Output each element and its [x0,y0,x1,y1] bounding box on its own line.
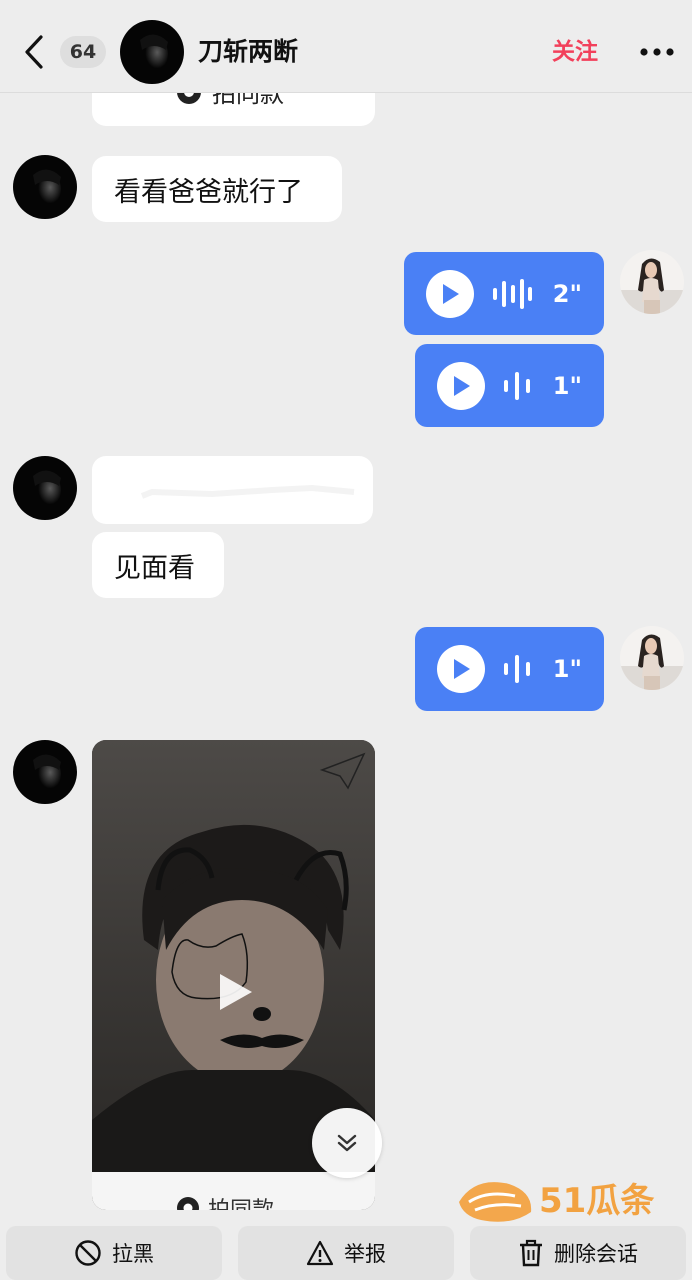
back-button[interactable] [14,30,54,74]
play-voice-button[interactable] [437,361,485,410]
report-label: 举报 [344,1242,386,1266]
delete-conversation-button[interactable]: 删除会话 [470,1226,686,1280]
contact-message-avatar[interactable] [13,155,77,219]
chevron-left-icon [25,35,43,69]
play-icon [443,283,459,304]
block-button[interactable]: 拉黑 [6,1226,222,1280]
play-icon [454,659,470,679]
text-message-bubble[interactable]: 看看爸爸就行了 [92,156,342,222]
scroll-to-bottom-button[interactable] [312,1108,382,1178]
camera-icon [177,1197,199,1210]
contact-name: 刀斩两断 [198,37,299,66]
report-button[interactable]: 举报 [238,1226,454,1280]
message-text: 见面看 [114,552,195,584]
trash-icon [520,1239,542,1267]
shoot-same-label[interactable]: 拍同款 [176,1192,274,1210]
redaction-mark [140,484,355,499]
play-voice-button[interactable] [426,269,474,318]
warning-icon [306,1240,334,1266]
voice-duration: 1" [552,655,582,683]
chat-header: 64 刀斩两断 关注 [0,0,692,93]
message-text: 看看爸爸就行了 [114,176,303,208]
voice-message-bubble[interactable]: 2" [404,252,604,335]
double-chevron-down-icon [337,1134,357,1152]
text-message-bubble[interactable]: 见面看 [92,532,224,598]
waveform-icon [503,370,533,402]
waveform-icon [503,653,533,685]
site-watermark-logo: 51瓜条 [459,1181,654,1222]
contact-avatar[interactable] [120,20,184,84]
contact-message-avatar[interactable] [13,456,77,520]
voice-message-bubble[interactable]: 1" [415,627,604,711]
more-button[interactable] [630,34,684,70]
block-label: 拉黑 [112,1242,154,1266]
unread-count-badge[interactable]: 64 [60,36,106,68]
follow-button[interactable]: 关注 [552,34,598,70]
my-avatar[interactable] [620,626,684,690]
play-voice-button[interactable] [437,645,485,693]
video-thumbnail [92,740,375,1172]
my-avatar[interactable] [620,250,684,314]
video-card-footer: 拍同款 [92,1172,375,1210]
shoot-same-text: 拍同款 [208,1192,274,1210]
svg-text:51瓜条: 51瓜条 [539,1181,654,1221]
voice-message-bubble[interactable]: 1" [415,344,604,427]
more-horizontal-icon [640,48,674,56]
waveform-icon [492,278,532,310]
redacted-message-bubble[interactable] [92,456,373,524]
play-icon [454,375,470,396]
voice-duration: 1" [552,371,582,400]
contact-message-avatar[interactable] [13,740,77,804]
voice-duration: 2" [552,279,582,308]
block-icon [75,1240,101,1266]
delete-label: 删除会话 [554,1242,638,1266]
